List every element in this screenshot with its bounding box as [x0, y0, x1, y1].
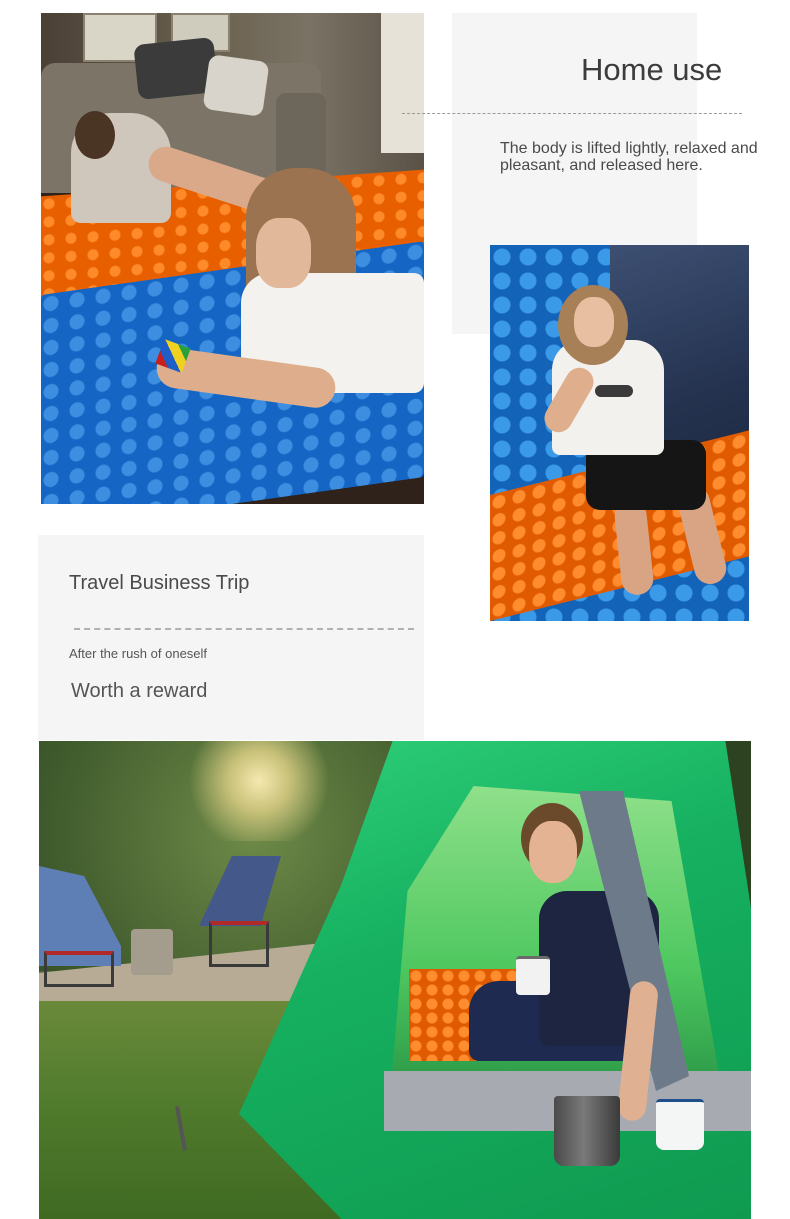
home-use-divider [402, 113, 742, 114]
camping-tent-photo [39, 741, 751, 1219]
travel-title: Travel Business Trip [69, 572, 250, 594]
home-use-title: Home use [581, 52, 723, 87]
living-room-photo [41, 13, 424, 504]
travel-reward-text: Worth a reward [71, 680, 208, 702]
camping-pot [554, 1096, 620, 1166]
travel-subtitle: After the rush of oneself [69, 646, 208, 661]
enamel-cup [656, 1099, 704, 1150]
kid-on-mat-photo [490, 245, 749, 621]
travel-panel [38, 535, 424, 740]
home-use-description: The body is lifted lightly, relaxed and … [500, 140, 758, 174]
mug [516, 956, 550, 995]
travel-divider [74, 628, 414, 630]
